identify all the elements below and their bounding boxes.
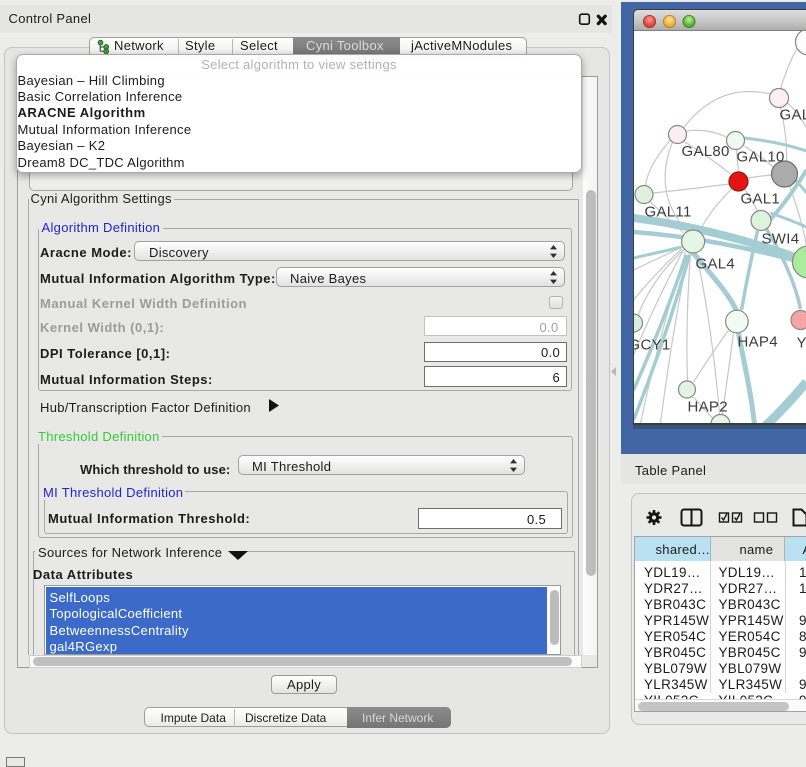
svg-text:GAL1: GAL1	[740, 191, 780, 208]
svg-text:GAL80: GAL80	[681, 143, 729, 160]
svg-text:HAP2: HAP2	[687, 399, 727, 416]
svg-text:SWI4: SWI4	[761, 231, 799, 248]
svg-text:GAL4: GAL4	[695, 256, 735, 273]
svg-text:HAP4: HAP4	[737, 334, 777, 351]
svg-text:GAL10: GAL10	[736, 149, 784, 166]
svg-text:GCY1: GCY1	[634, 337, 671, 354]
svg-text:GAL7: GAL7	[779, 107, 806, 124]
svg-text:GAL11: GAL11	[644, 204, 691, 221]
svg-text:YEL: YEL	[796, 335, 806, 352]
